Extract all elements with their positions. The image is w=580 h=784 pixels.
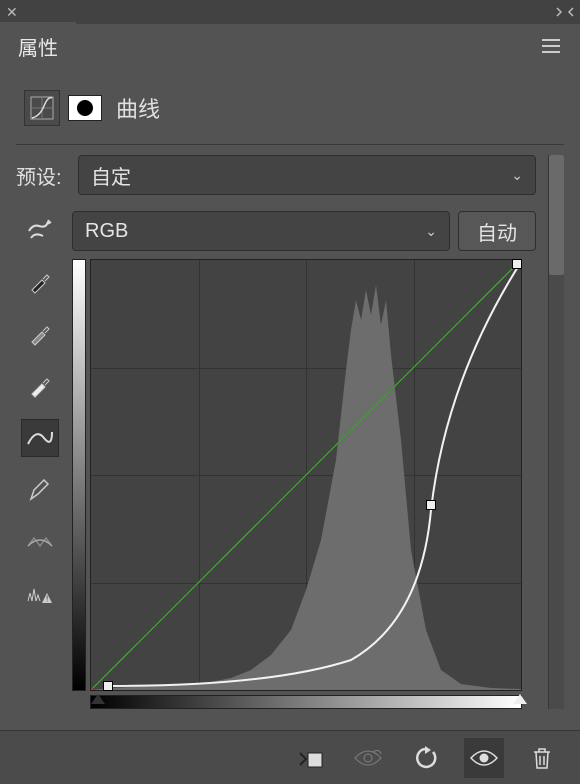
curve-point[interactable] — [103, 681, 113, 691]
pencil-tool-icon[interactable] — [21, 471, 59, 509]
black-eyedropper-icon[interactable] — [21, 263, 59, 301]
svg-text:!: ! — [46, 595, 48, 604]
channel-value: RGB — [85, 220, 128, 243]
panel-scrollbar[interactable] — [548, 155, 564, 709]
chevron-down-icon: ⌄ — [511, 167, 523, 184]
adjustment-type-row: 曲线 — [16, 82, 564, 145]
expand-collapse-icon[interactable] — [556, 5, 574, 20]
tab-properties[interactable]: 属性 — [0, 22, 76, 71]
targeted-adjustment-icon[interactable] — [16, 218, 64, 244]
auto-button[interactable]: 自动 — [458, 211, 536, 251]
preset-label: 预设: — [16, 161, 70, 190]
trash-icon[interactable] — [522, 738, 562, 778]
clip-warning-icon[interactable]: ! — [21, 575, 59, 613]
white-eyedropper-icon[interactable] — [21, 367, 59, 405]
visibility-icon[interactable] — [464, 738, 504, 778]
input-gradient-ramp — [90, 695, 522, 709]
panel-menu-icon[interactable] — [532, 34, 570, 58]
preset-value: 自定 — [91, 161, 131, 190]
curve-point[interactable] — [512, 259, 522, 269]
smooth-tool-icon[interactable] — [21, 523, 59, 561]
curves-adjustment-icon[interactable] — [24, 90, 60, 126]
curve-point[interactable] — [426, 500, 436, 510]
chevron-down-icon: ⌄ — [425, 223, 437, 240]
scrollbar-thumb[interactable] — [549, 155, 564, 275]
panel-bottom-bar — [0, 730, 580, 784]
view-previous-icon[interactable] — [348, 738, 388, 778]
gray-eyedropper-icon[interactable] — [21, 315, 59, 353]
clip-to-layer-icon[interactable] — [290, 738, 330, 778]
curves-overlay — [91, 260, 521, 690]
channel-row: RGB ⌄ 自动 — [16, 211, 536, 251]
adjustment-name-label: 曲线 — [116, 92, 160, 124]
white-input-slider[interactable] — [513, 694, 527, 704]
close-icon[interactable]: ✕ — [6, 4, 26, 21]
output-gradient-ramp — [72, 259, 86, 691]
preset-row: 预设: 自定 ⌄ — [16, 155, 536, 195]
preset-dropdown[interactable]: 自定 ⌄ — [78, 155, 536, 195]
channel-dropdown[interactable]: RGB ⌄ — [72, 211, 450, 251]
curve-point-tool-icon[interactable] — [21, 419, 59, 457]
curves-graph[interactable] — [90, 259, 522, 691]
curve-tool-column: ! — [16, 259, 64, 709]
panel-titlebar: ✕ — [0, 0, 580, 24]
panel-tabbar: 属性 — [0, 24, 580, 68]
reset-icon[interactable] — [406, 738, 446, 778]
black-input-slider[interactable] — [91, 694, 105, 704]
